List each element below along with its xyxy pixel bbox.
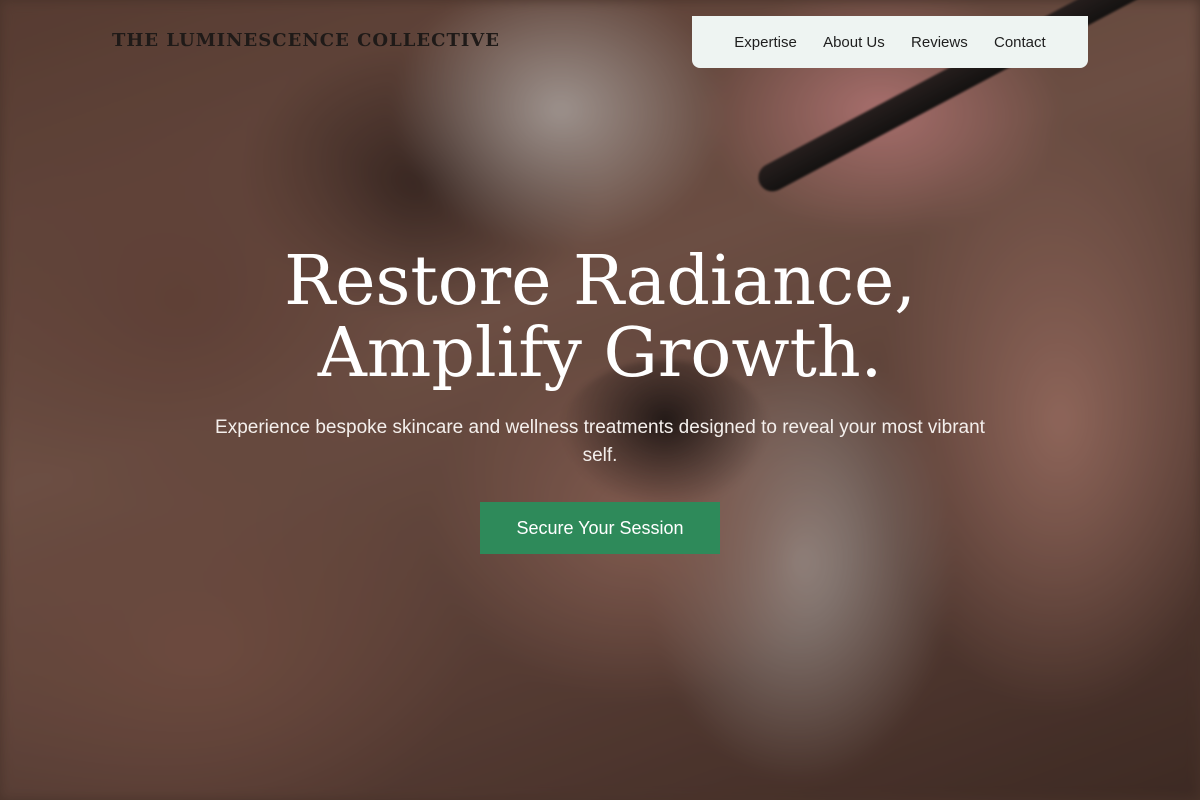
hero-overlay (0, 0, 1200, 800)
nav-item-contact[interactable]: Contact (994, 34, 1046, 51)
hero-section: THE LUMINESCENCE COLLECTIVE Expertise Ab… (0, 0, 1200, 800)
hero-subtext: Experience bespoke skincare and wellness… (215, 417, 985, 466)
hero-headline-line-2: Amplify Growth. (317, 314, 883, 393)
secure-session-button[interactable]: Secure Your Session (480, 502, 720, 554)
nav-item-about-us[interactable]: About Us (823, 34, 885, 51)
hero-headline: Restore Radiance, Amplify Growth. (0, 246, 1200, 390)
nav-item-reviews[interactable]: Reviews (911, 34, 968, 51)
hero-headline-line-1: Restore Radiance, (284, 242, 916, 321)
nav-item-expertise[interactable]: Expertise (734, 34, 797, 51)
main-nav: Expertise About Us Reviews Contact (692, 16, 1088, 68)
brand-logo[interactable]: THE LUMINESCENCE COLLECTIVE (112, 30, 500, 51)
